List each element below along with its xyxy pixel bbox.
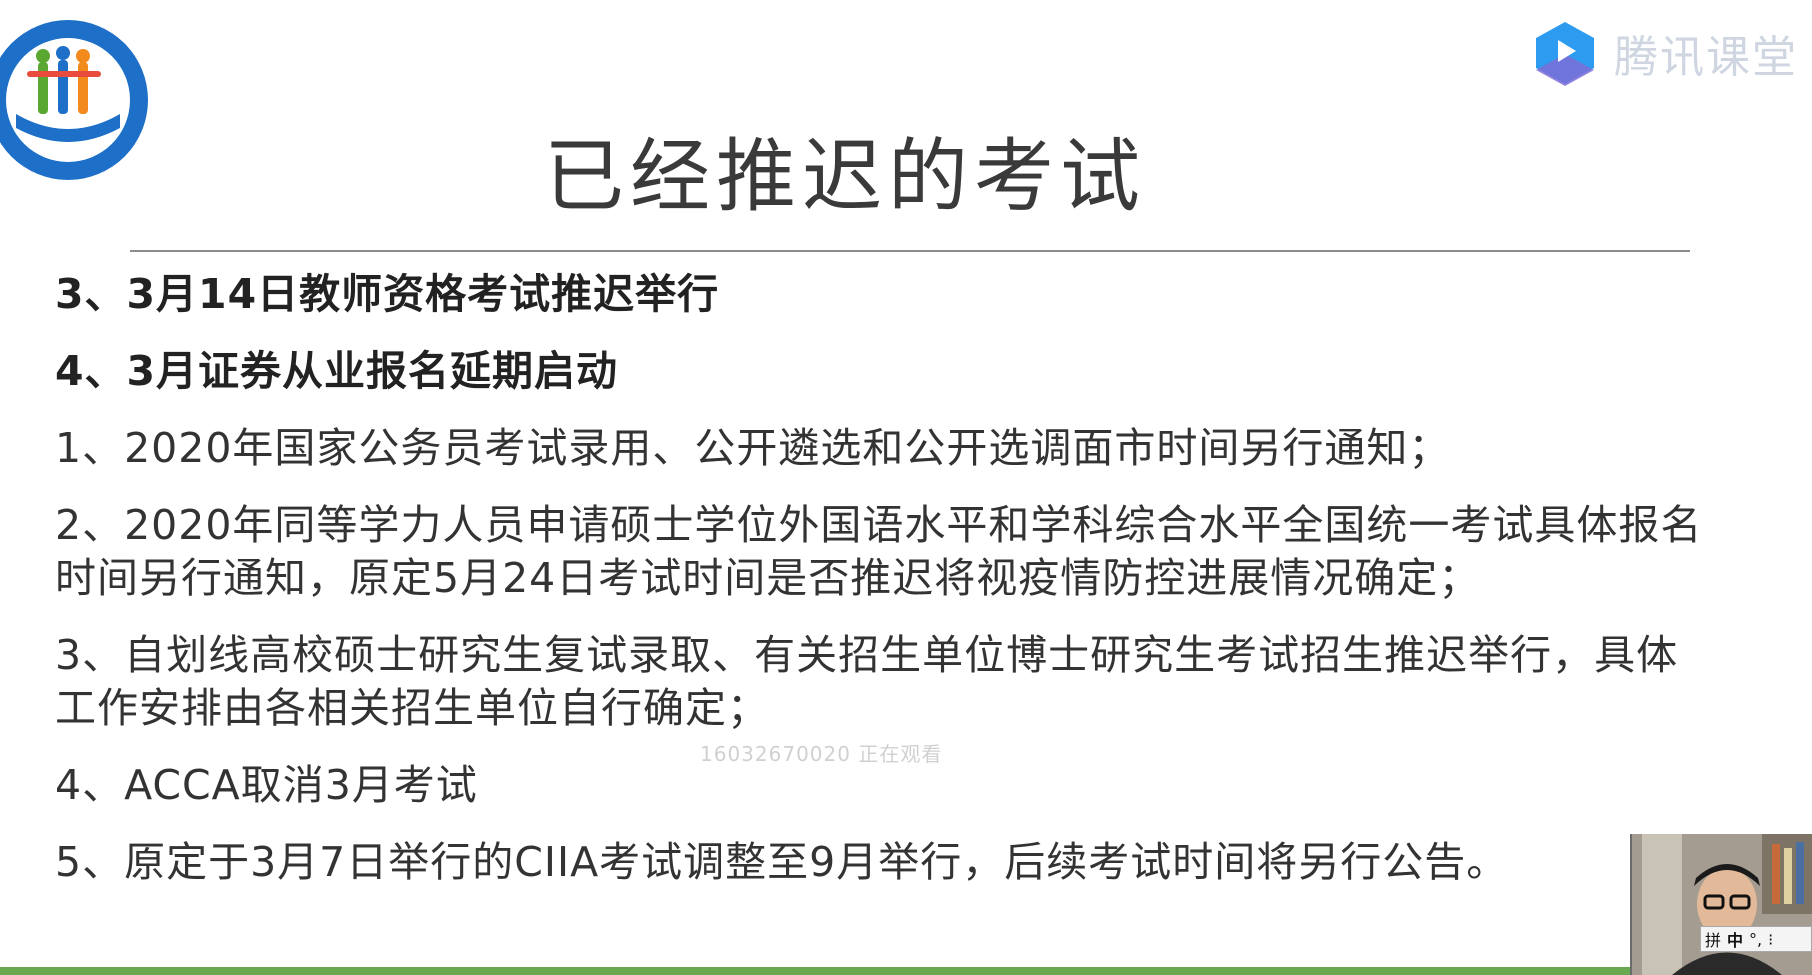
tencent-classroom-logo: 腾讯课堂 [1530,18,1798,88]
platform-name: 腾讯课堂 [1614,32,1798,83]
list-item: 2、2020年同等学力人员申请硕士学位外国语水平和学科综合水平全国统一考试具体报… [55,501,1703,602]
list-item: 4、3月证券从业报名延期启动 [55,347,619,395]
slide-title: 已经推迟的考试 [544,130,1146,223]
webcam-video[interactable] [1630,834,1812,975]
play-icon [1536,22,1594,86]
list-item: 1、2020年国家公务员考试录用、公开遴选和公开选调面市时间另行通知； [55,424,1451,472]
list-item: 3、自划线高校硕士研究生复试录取、有关招生单位博士研究生考试招生推迟举行，具体工… [55,631,1679,732]
title-divider [130,250,1690,252]
viewer-watermark: 16032670020 正在观看 [700,742,943,766]
list-item: 3、3月14日教师资格考试推迟举行 [55,270,720,318]
ime-more-icon[interactable]: ⁝ [1768,930,1773,949]
exam-list: 3、3月14日教师资格考试推迟举行 4、3月证券从业报名延期启动 1、2020年… [55,268,1705,889]
footer-accent-bar [0,967,1812,975]
ime-punctuation-toggle[interactable]: °, [1749,930,1762,949]
ime-language-toggle[interactable]: 中 [1727,927,1743,951]
ime-mode-icon[interactable]: 拼 [1705,927,1721,951]
ime-toolbar[interactable]: 拼 中 °, ⁝ [1700,926,1812,952]
list-item: 5、原定于3月7日举行的CIIA考试调整至9月举行，后续考试时间将另行公告。 [55,838,1509,886]
